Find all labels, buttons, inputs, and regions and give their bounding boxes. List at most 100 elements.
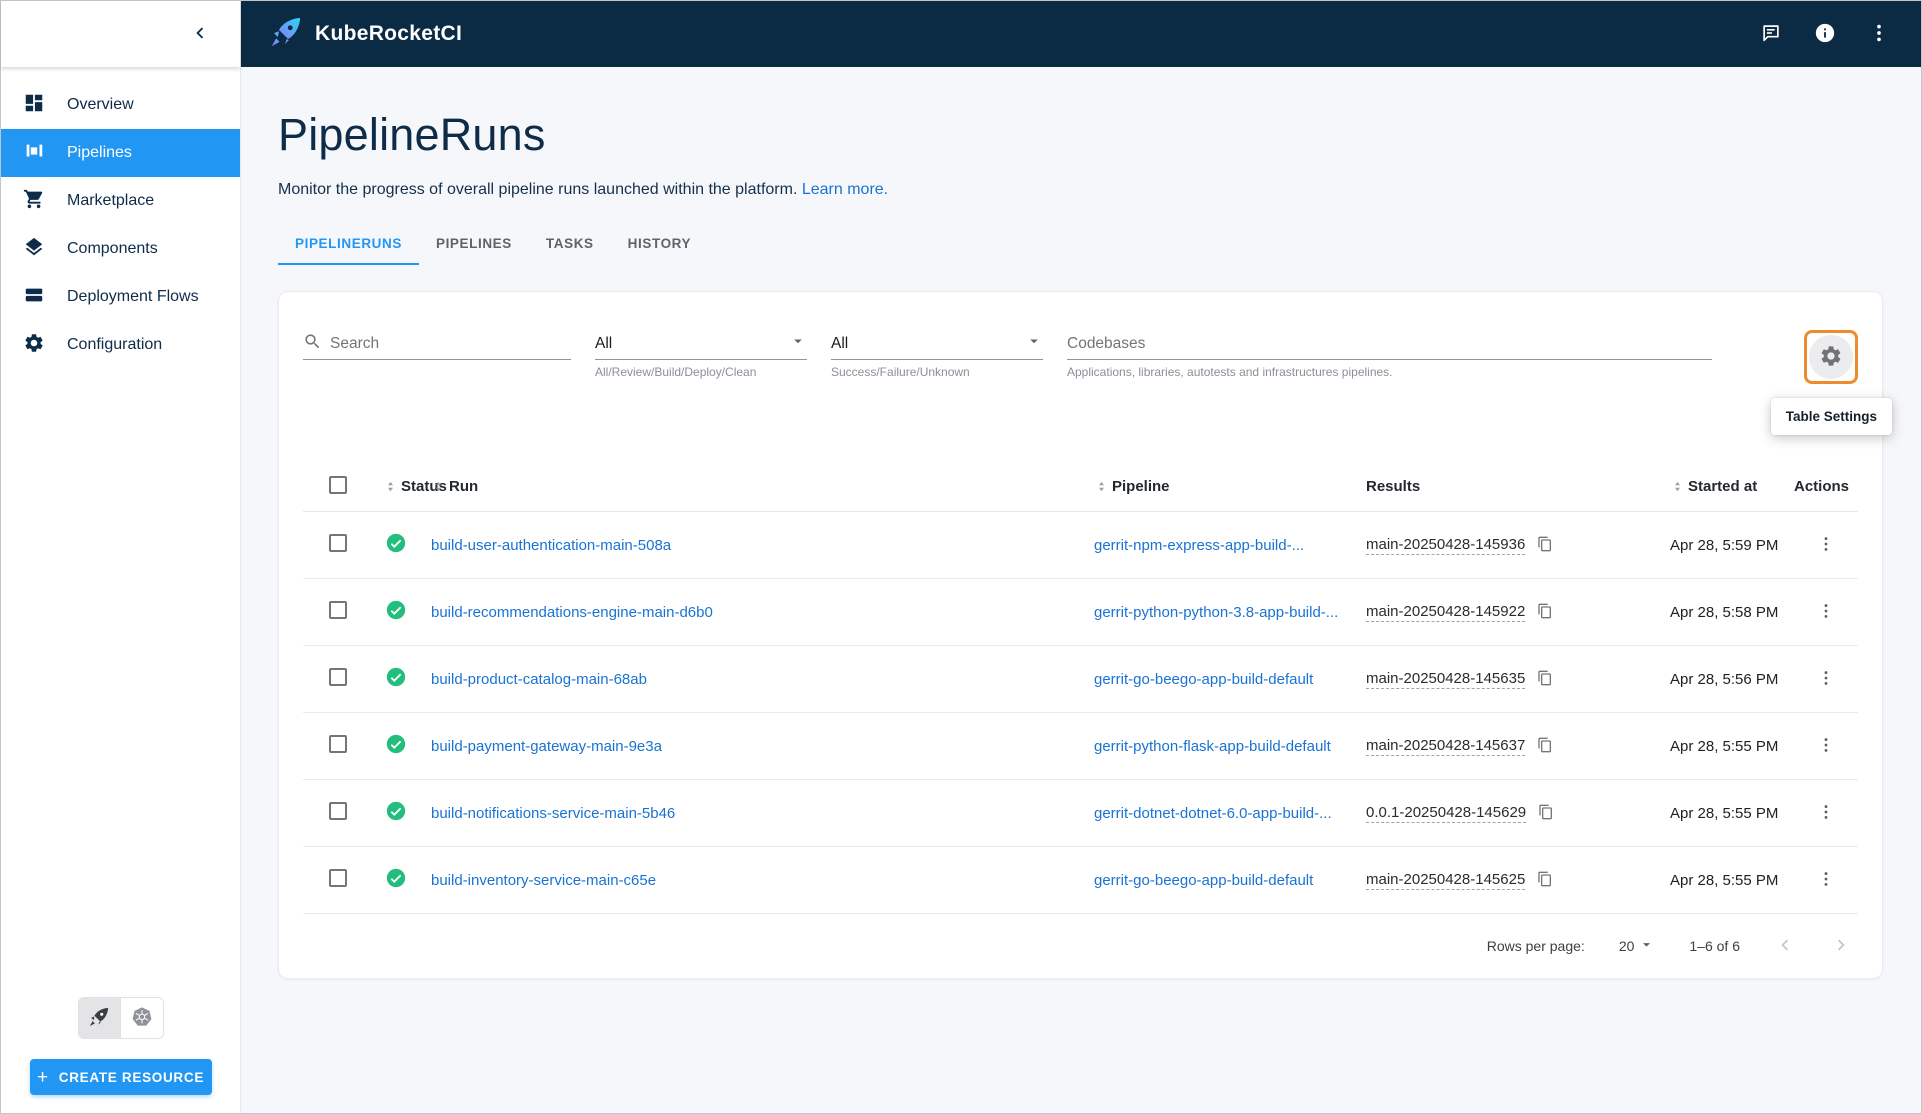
column-header-status[interactable]: Status bbox=[359, 478, 447, 495]
copy-button[interactable] bbox=[1538, 804, 1554, 823]
tab-history[interactable]: HISTORY bbox=[611, 223, 708, 265]
row-actions-button[interactable] bbox=[1814, 733, 1838, 760]
run-link[interactable]: build-recommendations-engine-main-d6b0 bbox=[431, 604, 713, 621]
table-row: build-payment-gateway-main-9e3a gerrit-p… bbox=[303, 713, 1858, 780]
row-checkbox[interactable] bbox=[329, 802, 347, 820]
search-icon bbox=[303, 332, 322, 356]
chat-icon bbox=[1760, 22, 1782, 47]
kebab-menu-icon bbox=[1868, 22, 1890, 47]
info-button[interactable] bbox=[1813, 22, 1837, 46]
table-settings-button[interactable] bbox=[1809, 335, 1853, 379]
row-actions-button[interactable] bbox=[1814, 800, 1838, 827]
row-checkbox[interactable] bbox=[329, 601, 347, 619]
pipeline-link[interactable]: gerrit-python-python-3.8-app-build-... bbox=[1094, 604, 1338, 621]
copy-icon bbox=[1537, 670, 1553, 689]
rocket-icon bbox=[88, 1006, 110, 1031]
row-checkbox[interactable] bbox=[329, 869, 347, 887]
plus-icon: + bbox=[36, 1066, 49, 1088]
previous-page-button[interactable] bbox=[1774, 934, 1796, 959]
column-header-pipeline[interactable]: Pipeline bbox=[1094, 478, 1342, 495]
page-description: Monitor the progress of overall pipeline… bbox=[278, 181, 889, 198]
more-menu-button[interactable] bbox=[1867, 22, 1891, 46]
started-at-value: Apr 28, 5:59 PM bbox=[1670, 536, 1779, 554]
collapse-sidebar-button[interactable] bbox=[186, 20, 214, 48]
cart-icon bbox=[23, 188, 45, 215]
rows-per-page-select[interactable]: 20 bbox=[1619, 936, 1656, 956]
run-link[interactable]: build-payment-gateway-main-9e3a bbox=[431, 738, 662, 755]
gear-icon bbox=[1819, 344, 1843, 371]
sidebar-item-configuration[interactable]: Configuration bbox=[1, 321, 240, 369]
sidebar-item-overview[interactable]: Overview bbox=[1, 81, 240, 129]
sidebar-item-label: Marketplace bbox=[67, 192, 155, 209]
pipeline-link[interactable]: gerrit-python-flask-app-build-default bbox=[1094, 738, 1331, 755]
started-at-value: Apr 28, 5:55 PM bbox=[1670, 871, 1779, 889]
status-filter-select[interactable]: All bbox=[831, 328, 1043, 360]
type-filter-select[interactable]: All bbox=[595, 328, 807, 360]
pipeline-link[interactable]: gerrit-go-beego-app-build-default bbox=[1094, 872, 1313, 889]
column-header-actions: Actions bbox=[1794, 478, 1850, 495]
type-filter-helper: All/Review/Build/Deploy/Clean bbox=[595, 365, 757, 379]
sidebar-nav: Overview Pipelines Marketplace Component… bbox=[1, 67, 240, 369]
pipeline-link[interactable]: gerrit-npm-express-app-build-... bbox=[1094, 537, 1304, 554]
tab-pipelineruns[interactable]: PIPELINERUNS bbox=[278, 223, 419, 265]
codebases-filter-helper: Applications, libraries, autotests and i… bbox=[1067, 365, 1393, 379]
copy-button[interactable] bbox=[1537, 603, 1553, 622]
row-actions-button[interactable] bbox=[1814, 867, 1838, 894]
sidebar-item-marketplace[interactable]: Marketplace bbox=[1, 177, 240, 225]
result-value: main-20250428-145922 bbox=[1366, 602, 1526, 622]
started-at-value: Apr 28, 5:58 PM bbox=[1670, 603, 1779, 621]
create-resource-button[interactable]: + CREATE RESOURCE bbox=[29, 1059, 212, 1095]
top-bar: KubeRocketCI bbox=[241, 1, 1921, 67]
copy-button[interactable] bbox=[1537, 871, 1553, 890]
column-header-run[interactable]: Run bbox=[431, 478, 1094, 495]
row-actions-button[interactable] bbox=[1814, 599, 1838, 626]
select-all-checkbox[interactable] bbox=[329, 475, 347, 494]
run-link[interactable]: build-product-catalog-main-68ab bbox=[431, 671, 647, 688]
kebab-menu-icon bbox=[1816, 534, 1836, 557]
table-settings-tooltip: Table Settings bbox=[1770, 398, 1892, 435]
codebases-input[interactable] bbox=[1067, 334, 1712, 353]
copy-button[interactable] bbox=[1537, 737, 1553, 756]
search-input[interactable] bbox=[330, 334, 571, 353]
copy-button[interactable] bbox=[1537, 670, 1553, 689]
next-page-button[interactable] bbox=[1830, 934, 1852, 959]
tab-pipelines[interactable]: PIPELINES bbox=[419, 223, 529, 265]
learn-more-link[interactable]: Learn more. bbox=[802, 181, 888, 198]
pipeline-link[interactable]: gerrit-go-beego-app-build-default bbox=[1094, 671, 1313, 688]
row-checkbox[interactable] bbox=[329, 735, 347, 753]
run-link[interactable]: build-notifications-service-main-5b46 bbox=[431, 805, 675, 822]
column-header-results: Results bbox=[1366, 478, 1421, 495]
sidebar-item-pipelines[interactable]: Pipelines bbox=[1, 129, 240, 177]
row-actions-button[interactable] bbox=[1814, 532, 1838, 559]
copy-icon bbox=[1537, 603, 1553, 622]
kebab-menu-icon bbox=[1816, 735, 1836, 758]
sidebar: Overview Pipelines Marketplace Component… bbox=[1, 1, 241, 1113]
sort-icon bbox=[1094, 479, 1109, 494]
run-link[interactable]: build-user-authentication-main-508a bbox=[431, 537, 671, 554]
tab-tasks[interactable]: TASKS bbox=[529, 223, 611, 265]
sidebar-item-components[interactable]: Components bbox=[1, 225, 240, 273]
sidebar-item-deployment-flows[interactable]: Deployment Flows bbox=[1, 273, 240, 321]
rows-per-page-label: Rows per page: bbox=[1486, 938, 1585, 954]
gear-icon bbox=[23, 332, 45, 359]
pipeline-link[interactable]: gerrit-dotnet-dotnet-6.0-app-build-... bbox=[1094, 805, 1332, 822]
column-header-started-at[interactable]: Started at bbox=[1622, 478, 1794, 495]
kubernetes-toggle-button[interactable] bbox=[120, 998, 163, 1038]
run-link[interactable]: build-inventory-service-main-c65e bbox=[431, 872, 656, 889]
rocket-toggle-button[interactable] bbox=[78, 998, 121, 1038]
success-status-icon bbox=[385, 532, 407, 558]
success-status-icon bbox=[385, 800, 407, 826]
result-value: main-20250428-145637 bbox=[1366, 736, 1526, 756]
copy-button[interactable] bbox=[1537, 536, 1553, 555]
status-filter-value: All bbox=[831, 334, 849, 352]
row-actions-button[interactable] bbox=[1814, 666, 1838, 693]
started-at-value: Apr 28, 5:55 PM bbox=[1670, 737, 1779, 755]
chat-button[interactable] bbox=[1759, 22, 1783, 46]
rocket-logo-icon bbox=[269, 15, 303, 54]
row-checkbox[interactable] bbox=[329, 534, 347, 552]
create-resource-label: CREATE RESOURCE bbox=[58, 1069, 205, 1085]
result-value: 0.0.1-20250428-145629 bbox=[1366, 803, 1527, 823]
copy-icon bbox=[1537, 737, 1553, 756]
runtime-toggle bbox=[77, 997, 164, 1039]
row-checkbox[interactable] bbox=[329, 668, 347, 686]
